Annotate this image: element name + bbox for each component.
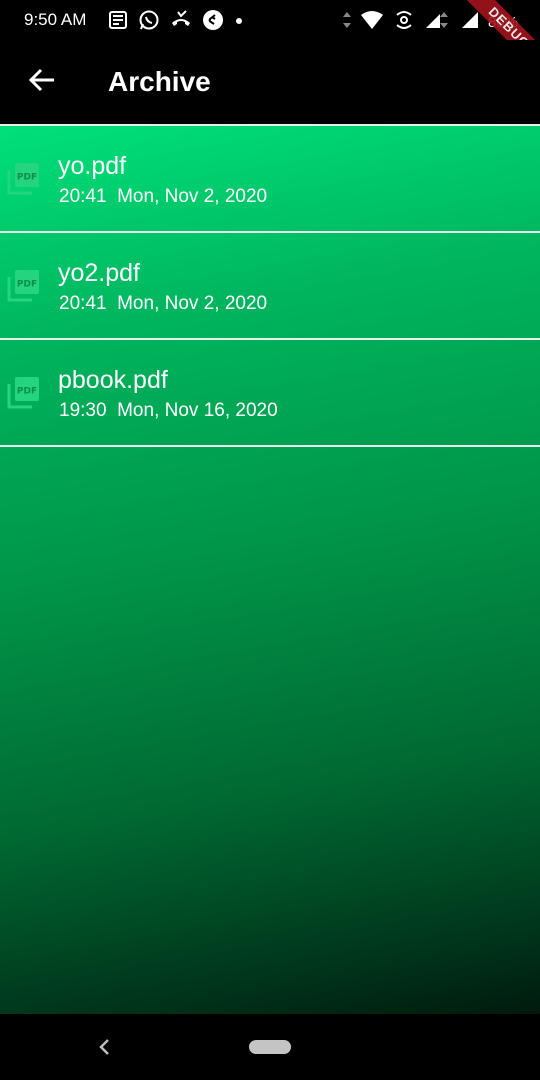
nav-back-button[interactable] [92, 1034, 116, 1060]
wifi-icon [360, 10, 384, 35]
hotspot-icon [392, 9, 416, 36]
news-icon [108, 10, 128, 35]
shazam-icon [202, 9, 224, 36]
signal-icon [460, 10, 480, 35]
file-date: Mon, Nov 2, 2020 [117, 186, 268, 207]
pdf-icon: PDF [6, 160, 42, 196]
arrow-back-icon [28, 66, 56, 99]
file-name: pbook.pdf [58, 366, 168, 394]
file-datetime: 20:41 Mon, Nov 2, 2020 [59, 293, 267, 315]
file-name: yo2.pdf [58, 259, 141, 287]
svg-text:PDF: PDF [17, 387, 37, 397]
file-name: yo.pdf [58, 152, 127, 180]
status-bar: 9:50 AM DEBUG [0, 0, 540, 82]
file-date: Mon, Nov 2, 2020 [117, 293, 268, 314]
pdf-icon: PDF [6, 267, 42, 303]
divider [0, 445, 540, 447]
file-time: 20:41 [59, 186, 107, 207]
file-time: 20:41 [59, 293, 107, 314]
signal-x-icon [424, 10, 452, 35]
navigation-bar [0, 1014, 540, 1080]
chevron-left-icon [92, 1039, 116, 1064]
app-bar: Archive [0, 40, 540, 124]
notification-icons [108, 9, 244, 36]
list-item[interactable]: PDF yo.pdf 20:41 Mon, Nov 2, 2020 [0, 126, 540, 231]
data-arrows-icon [342, 10, 352, 35]
missed-call-icon [170, 9, 192, 36]
file-date: Mon, Nov 16, 2020 [117, 400, 278, 421]
list-item[interactable]: PDF pbook.pdf 19:30 Mon, Nov 16, 2020 [0, 340, 540, 445]
archive-list: PDF yo.pdf 20:41 Mon, Nov 2, 2020 PDF yo… [0, 124, 540, 1014]
pdf-icon: PDF [6, 374, 42, 410]
whatsapp-icon [138, 9, 160, 36]
file-datetime: 20:41 Mon, Nov 2, 2020 [59, 186, 267, 208]
file-time: 19:30 [59, 400, 107, 421]
status-time: 9:50 AM [24, 10, 87, 29]
home-pill-icon[interactable] [249, 1040, 291, 1054]
dot-icon [234, 10, 244, 35]
back-button[interactable] [22, 62, 62, 102]
screen: 9:50 AM DEBUG Archive PDF yo.pdf 20:41 M… [0, 0, 540, 1080]
svg-text:PDF: PDF [17, 173, 37, 183]
svg-text:PDF: PDF [17, 280, 37, 290]
page-title: Archive [108, 66, 211, 97]
list-item[interactable]: PDF yo2.pdf 20:41 Mon, Nov 2, 2020 [0, 233, 540, 338]
file-datetime: 19:30 Mon, Nov 16, 2020 [59, 400, 278, 422]
